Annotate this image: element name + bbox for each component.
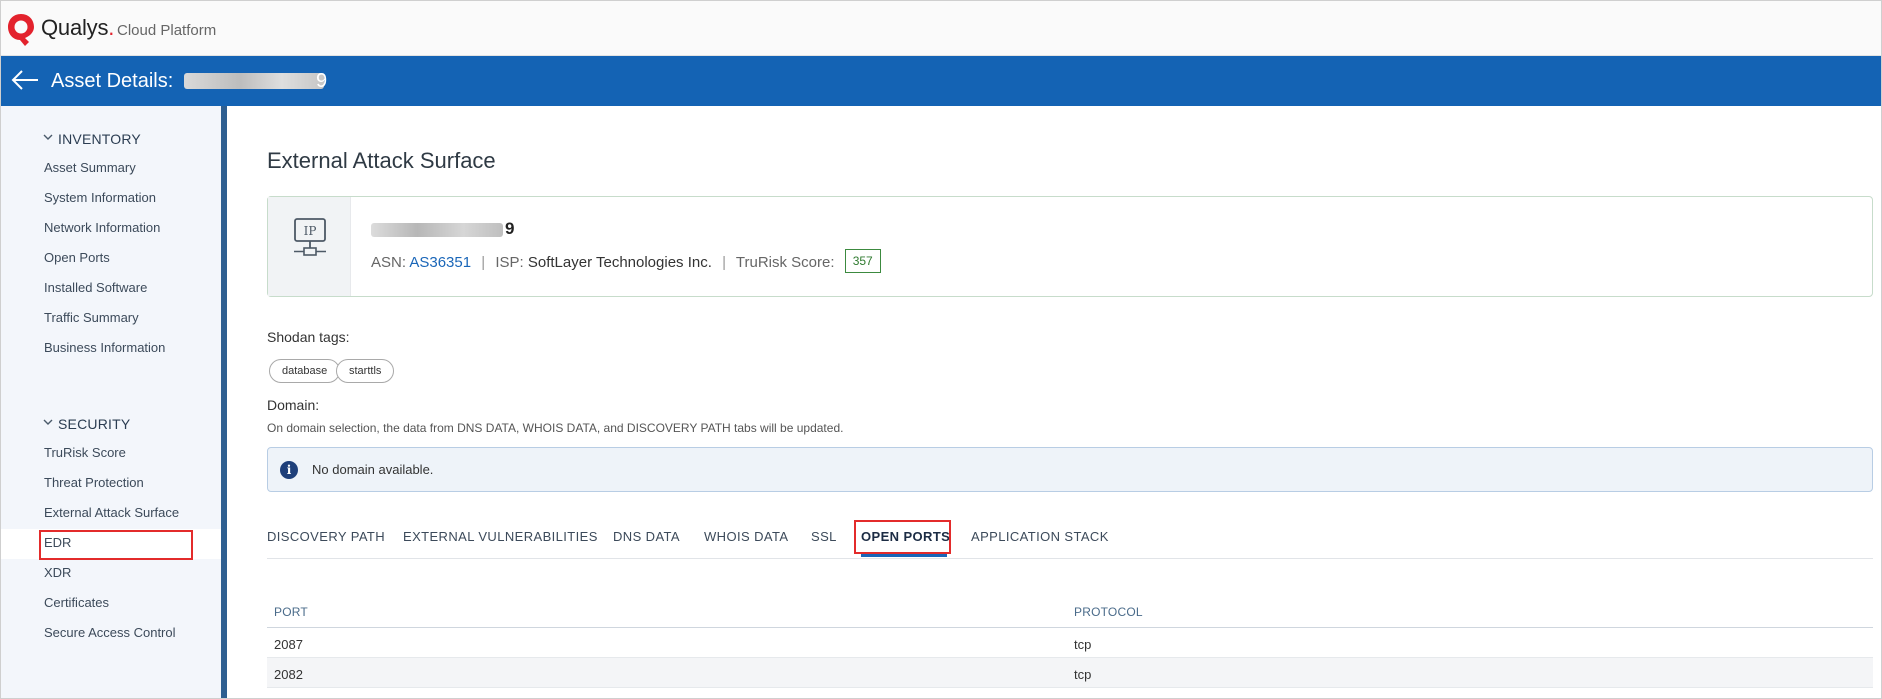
sidebar-item-network-information[interactable]: Network Information [44, 220, 160, 235]
table-row[interactable]: 2087 tcp [267, 628, 1873, 658]
ip-network-icon: IP [294, 218, 326, 256]
sidebar-item-asset-summary[interactable]: Asset Summary [44, 160, 136, 175]
sidebar-item-system-information[interactable]: System Information [44, 190, 156, 205]
domain-label: Domain: [267, 397, 320, 413]
sidebar-section-inventory[interactable]: INVENTORY [43, 131, 141, 147]
tab-dns-data[interactable]: DNS DATA [613, 529, 680, 544]
sidebar-item-business-information[interactable]: Business Information [44, 340, 165, 355]
tab-application-stack[interactable]: APPLICATION STACK [971, 529, 1109, 544]
isp-value: SoftLayer Technologies Inc. [527, 253, 712, 271]
shodan-tag-starttls[interactable]: starttls [336, 359, 395, 383]
ip-address-tail: 9 [505, 219, 515, 238]
ip-metadata: ASN: AS36351 | ISP: SoftLayer Technologi… [371, 249, 881, 275]
ip-address-redacted [371, 222, 503, 237]
sidebar: INVENTORY Asset Summary System Informati… [1, 106, 223, 698]
app-window: Qualys. Cloud Platform Asset Details: 9 … [0, 0, 1882, 699]
tab-external-vulnerabilities[interactable]: EXTERNAL VULNERABILITIES [403, 529, 598, 544]
sidebar-item-installed-software[interactable]: Installed Software [44, 280, 147, 295]
highlight-annotation-sidebar [39, 530, 193, 560]
sidebar-item-secure-access-control[interactable]: Secure Access Control [44, 625, 176, 640]
sidebar-section-security[interactable]: SECURITY [43, 416, 130, 432]
asset-details-title: Asset Details: [51, 70, 174, 92]
detail-tabs: DISCOVERY PATH EXTERNAL VULNERABILITIES … [267, 521, 1873, 559]
sidebar-item-trurisk-score[interactable]: TruRisk Score [44, 445, 126, 460]
ip-icon-label: IP [304, 224, 317, 238]
main-content: External Attack Surface IP 9 ASN: AS3635… [227, 106, 1881, 698]
asn-label: ASN: [371, 253, 407, 271]
chevron-down-icon [43, 419, 53, 425]
shodan-tag-database[interactable]: database [269, 359, 341, 383]
protocol-cell: tcp [1074, 667, 1092, 682]
qualys-logo-icon[interactable] [7, 13, 35, 47]
port-cell: 2087 [274, 637, 303, 652]
back-arrow-icon[interactable] [10, 68, 40, 92]
tab-whois-data[interactable]: WHOIS DATA [704, 529, 788, 544]
sidebar-item-xdr[interactable]: XDR [44, 565, 71, 580]
separator: | [722, 253, 726, 271]
ip-summary-card: IP 9 ASN: AS36351 | ISP: SoftLayer Techn… [267, 196, 1873, 297]
brand-name[interactable]: Qualys. [41, 15, 114, 41]
brand-dot: . [108, 15, 115, 40]
sidebar-item-external-attack-surface[interactable]: External Attack Surface [44, 505, 179, 520]
asset-id-tail: 9 [316, 70, 328, 92]
shodan-tags-label: Shodan tags: [267, 329, 350, 345]
isp-label: ISP: [495, 253, 524, 271]
brand-text: Qualys [41, 15, 109, 40]
active-tab-indicator [861, 554, 947, 557]
top-header: Qualys. Cloud Platform [1, 1, 1881, 56]
column-header-protocol[interactable]: PROTOCOL [1074, 605, 1143, 619]
ip-icon-panel: IP [268, 197, 351, 296]
port-cell: 2082 [274, 667, 303, 682]
page-title: External Attack Surface [267, 148, 496, 173]
info-message: No domain available. [312, 462, 434, 477]
sidebar-item-traffic-summary[interactable]: Traffic Summary [44, 310, 139, 325]
sidebar-item-threat-protection[interactable]: Threat Protection [44, 475, 144, 490]
asn-link[interactable]: AS36351 [409, 254, 471, 271]
trurisk-score-badge: 357 [844, 249, 881, 273]
column-header-port[interactable]: PORT [274, 605, 308, 619]
asset-id-redacted [184, 73, 324, 89]
separator: | [481, 253, 486, 271]
info-icon: i [280, 461, 298, 479]
protocol-cell: tcp [1074, 637, 1092, 652]
sidebar-item-open-ports[interactable]: Open Ports [44, 250, 110, 265]
trurisk-label: TruRisk Score: [735, 253, 835, 271]
chevron-down-icon [43, 134, 53, 140]
tab-ssl[interactable]: SSL [811, 529, 837, 544]
sidebar-section-label: SECURITY [58, 416, 131, 432]
highlight-annotation-open-ports-tab [854, 520, 951, 554]
domain-hint: On domain selection, the data from DNS D… [267, 421, 844, 435]
platform-name: Cloud Platform [117, 22, 217, 39]
sidebar-item-certificates[interactable]: Certificates [44, 595, 109, 610]
asset-details-bar: Asset Details: 9 [1, 56, 1881, 106]
tab-discovery-path[interactable]: DISCOVERY PATH [267, 529, 385, 544]
table-row[interactable]: 2082 tcp [267, 658, 1873, 688]
sidebar-section-label: INVENTORY [58, 131, 141, 147]
ip-address: 9 [371, 219, 514, 239]
no-domain-info-box: i No domain available. [267, 447, 1873, 492]
